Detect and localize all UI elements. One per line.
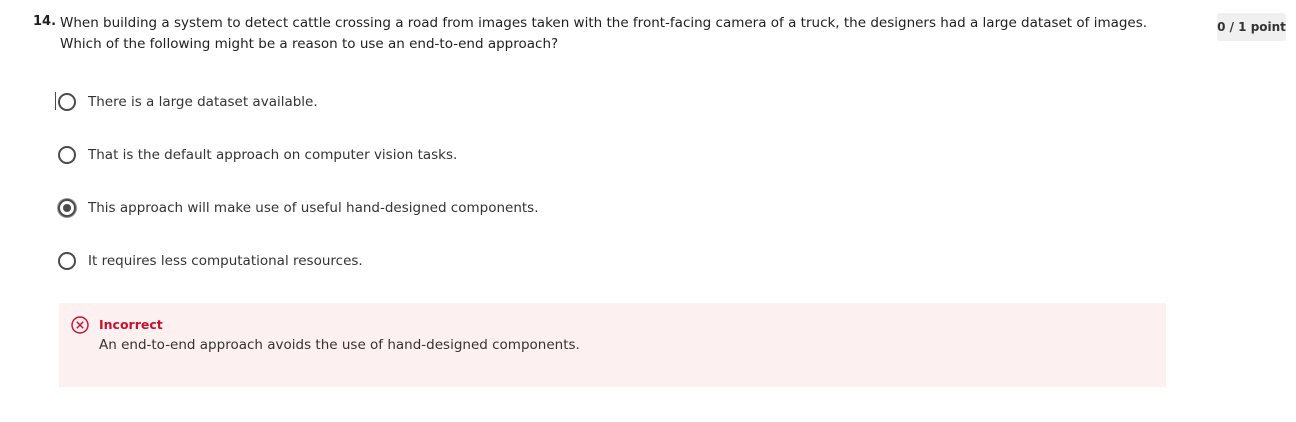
feedback-status: Incorrect: [99, 317, 163, 332]
option-label: There is a large dataset available.: [88, 94, 318, 110]
option-large-dataset[interactable]: There is a large dataset available.: [56, 89, 318, 115]
question-number: 14.: [33, 14, 57, 29]
option-hand-designed-components[interactable]: This approach will make use of useful ha…: [56, 195, 539, 221]
radio-button-selected[interactable]: [58, 199, 76, 217]
question-text: When building a system to detect cattle …: [60, 15, 1148, 52]
feedback-panel: Incorrect An end-to-end approach avoids …: [59, 303, 1166, 387]
points-badge: 0 / 1 point: [1217, 13, 1286, 41]
option-less-computational-resources[interactable]: It requires less computational resources…: [56, 248, 363, 274]
option-default-approach[interactable]: That is the default approach on computer…: [56, 142, 457, 168]
option-label: This approach will make use of useful ha…: [88, 200, 539, 216]
feedback-message: An end-to-end approach avoids the use of…: [99, 337, 580, 353]
option-label: That is the default approach on computer…: [88, 147, 458, 163]
radio-button[interactable]: [58, 146, 76, 164]
radio-button[interactable]: [58, 93, 76, 111]
radio-button[interactable]: [58, 252, 76, 270]
close-circle-icon: [71, 316, 89, 334]
option-label: It requires less computational resources…: [88, 253, 363, 269]
